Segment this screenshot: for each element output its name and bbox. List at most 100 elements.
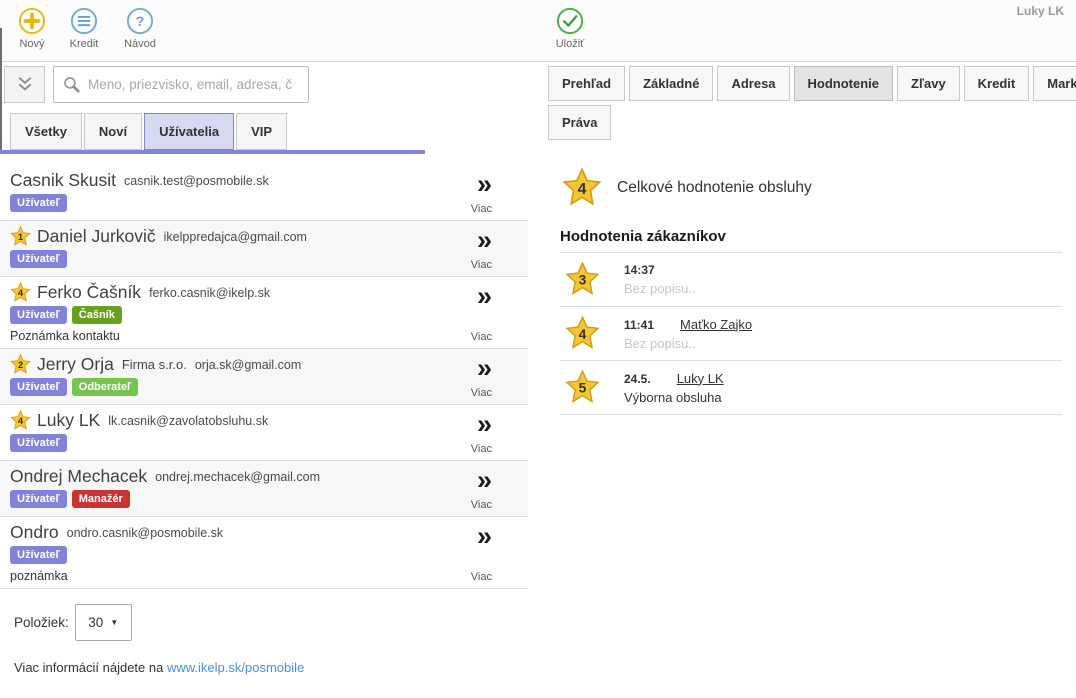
contact-badge: Užívateľ (10, 490, 67, 508)
contact-name: Ondro (10, 522, 59, 543)
review-author-link[interactable]: Luky LK (677, 371, 724, 386)
svg-text:5: 5 (579, 380, 587, 396)
more-label[interactable]: Viac (471, 499, 492, 511)
contact-row[interactable]: Casnik Skusit casnik.test@posmobile.sk U… (0, 165, 528, 221)
contact-badge: Užívateľ (10, 306, 67, 324)
review-time: 24.5. (624, 372, 651, 386)
pager: Položiek: 30 ▼ (14, 604, 540, 641)
footer-link[interactable]: www.ikelp.sk/posmobile (167, 660, 304, 675)
tab-kredit[interactable]: Kredit (964, 66, 1030, 101)
rating-star-icon: 1 (10, 226, 31, 247)
contact-row[interactable]: 2 Jerry Orja Firma s.r.o. orja.sk@gmail.… (0, 349, 528, 405)
tab-zlavy[interactable]: Zľavy (897, 66, 960, 101)
expand-contact-button[interactable]: » (477, 411, 490, 438)
rating-star-icon: 5 (565, 370, 600, 405)
more-label[interactable]: Viac (471, 571, 492, 583)
tab-vsetky[interactable]: Všetky (10, 113, 82, 150)
contact-badge: Užívateľ (10, 250, 67, 268)
more-label[interactable]: Viac (471, 331, 492, 343)
review-description: Bez popisu.. (624, 281, 696, 296)
review-author-link[interactable]: Maťko Zajko (680, 317, 752, 332)
new-button[interactable]: Nový (7, 6, 57, 50)
contact-row[interactable]: 1 Daniel Jurkovič ikelppredajca@gmail.co… (0, 221, 528, 277)
contact-email: orja.sk@gmail.com (195, 358, 301, 372)
tab-marketing[interactable]: Marketing (1033, 66, 1076, 101)
contact-row[interactable]: Ondrej Mechacek ondrej.mechacek@gmail.co… (0, 461, 528, 517)
search-input[interactable] (88, 77, 300, 92)
contact-badge: Manažér (72, 490, 130, 508)
svg-text:4: 4 (18, 288, 24, 298)
contacts-panel: Všetky Noví Užívatelia VIP Casnik Skusit… (0, 63, 540, 675)
contact-name: Daniel Jurkovič (37, 226, 156, 247)
tab-prehlad[interactable]: Prehľad (548, 66, 625, 101)
detail-tabs-row-1: Prehľad Základné Adresa Hodnotenie Zľavy… (548, 63, 1076, 101)
credit-button[interactable]: Kredit (59, 6, 109, 50)
question-circle-icon: ? (125, 6, 155, 36)
tab-hodnotenie[interactable]: Hodnotenie (794, 66, 894, 101)
contact-title-line: 4 Luky LK lk.casnik@zavolatobsluhu.sk (10, 410, 462, 431)
detail-tabs-row-2: Práva (548, 101, 1076, 140)
overall-rating: 4 Celkové hodnotenie obsluhy (548, 168, 1076, 208)
guide-button[interactable]: ? Návod (115, 6, 165, 50)
more-label[interactable]: Viac (471, 443, 492, 455)
rating-star-icon: 4 (565, 316, 600, 351)
rating-star-icon: 4 (10, 282, 31, 303)
expand-contact-button[interactable]: » (477, 227, 490, 254)
rating-star-icon: 3 (565, 262, 600, 297)
menu-lines-circle-icon (69, 6, 99, 36)
tab-vip[interactable]: VIP (236, 113, 287, 150)
contact-badges: Užívateľ (10, 546, 462, 564)
review-time: 14:37 (624, 263, 655, 277)
review-time: 11:41 (624, 318, 654, 332)
review-row: 5 24.5. Luky LK Výborna obsluha (560, 361, 1062, 415)
contact-title-line: Ondrej Mechacek ondrej.mechacek@gmail.co… (10, 466, 462, 487)
more-label[interactable]: Viac (471, 387, 492, 399)
tab-novi[interactable]: Noví (84, 113, 142, 150)
contact-name: Jerry Orja (37, 354, 114, 375)
contact-title-line: Casnik Skusit casnik.test@posmobile.sk (10, 170, 462, 191)
contact-badges: UžívateľOdberateľ (10, 378, 462, 396)
contact-badges: Užívateľ (10, 250, 462, 268)
expand-contact-button[interactable]: » (477, 283, 490, 310)
check-circle-icon (555, 6, 585, 36)
tab-adresa[interactable]: Adresa (717, 66, 789, 101)
search-icon (62, 75, 81, 94)
expand-contact-button[interactable]: » (477, 467, 490, 494)
reviews-heading: Hodnotenia zákazníkov (560, 228, 1062, 253)
tab-prava[interactable]: Práva (548, 105, 611, 140)
contact-note: poznámka (10, 569, 462, 583)
contact-title-line: 4 Ferko Čašník ferko.casnik@ikelp.sk (10, 282, 462, 303)
expand-contact-button[interactable]: » (477, 523, 490, 550)
more-label[interactable]: Viac (471, 203, 492, 215)
double-chevron-down-icon (12, 73, 38, 97)
plus-circle-icon (17, 6, 47, 36)
contact-badge: Užívateľ (10, 546, 67, 564)
contact-email: ferko.casnik@ikelp.sk (149, 286, 270, 300)
contact-name: Luky LK (37, 410, 100, 431)
contact-badge: Užívateľ (10, 194, 67, 212)
save-button[interactable]: Uložiť (545, 6, 595, 50)
expand-contact-button[interactable]: » (477, 171, 490, 198)
collapse-filters-button[interactable] (4, 66, 45, 103)
review-row: 3 14:37 Bez popisu.. (560, 253, 1062, 307)
contact-company: Firma s.r.o. (122, 357, 187, 372)
items-per-page-select[interactable]: 30 ▼ (75, 604, 132, 641)
expand-contact-button[interactable]: » (477, 355, 490, 382)
svg-text:4: 4 (18, 416, 24, 426)
tab-zakladne[interactable]: Základné (629, 66, 713, 101)
contact-badges: Užívateľ Manažér (10, 490, 462, 508)
review-list: 3 14:37 Bez popisu.. 4 11:41 Maťko Zajko… (548, 253, 1076, 415)
contact-row[interactable]: 4 Ferko Čašník ferko.casnik@ikelp.sk Uží… (0, 277, 528, 349)
contact-row[interactable]: Ondro ondro.casnik@posmobile.sk Užívateľ… (0, 517, 528, 589)
contact-name: Ondrej Mechacek (10, 466, 147, 487)
more-label[interactable]: Viac (471, 259, 492, 271)
tab-uzivatelia[interactable]: Užívatelia (144, 113, 234, 150)
contact-title-line: Ondro ondro.casnik@posmobile.sk (10, 522, 462, 543)
contact-row[interactable]: 4 Luky LK lk.casnik@zavolatobsluhu.sk Už… (0, 405, 528, 461)
contact-email: ondrej.mechacek@gmail.com (155, 470, 320, 484)
top-toolbar: Nový Kredit ? Návod Uložiť Luky LK (0, 0, 1076, 62)
contact-name: Ferko Čašník (37, 282, 141, 303)
contact-badge: Užívateľ (10, 378, 67, 396)
logged-in-user: Luky LK (1017, 4, 1064, 18)
contact-filter-tabs: Všetky Noví Užívatelia VIP (0, 113, 540, 150)
